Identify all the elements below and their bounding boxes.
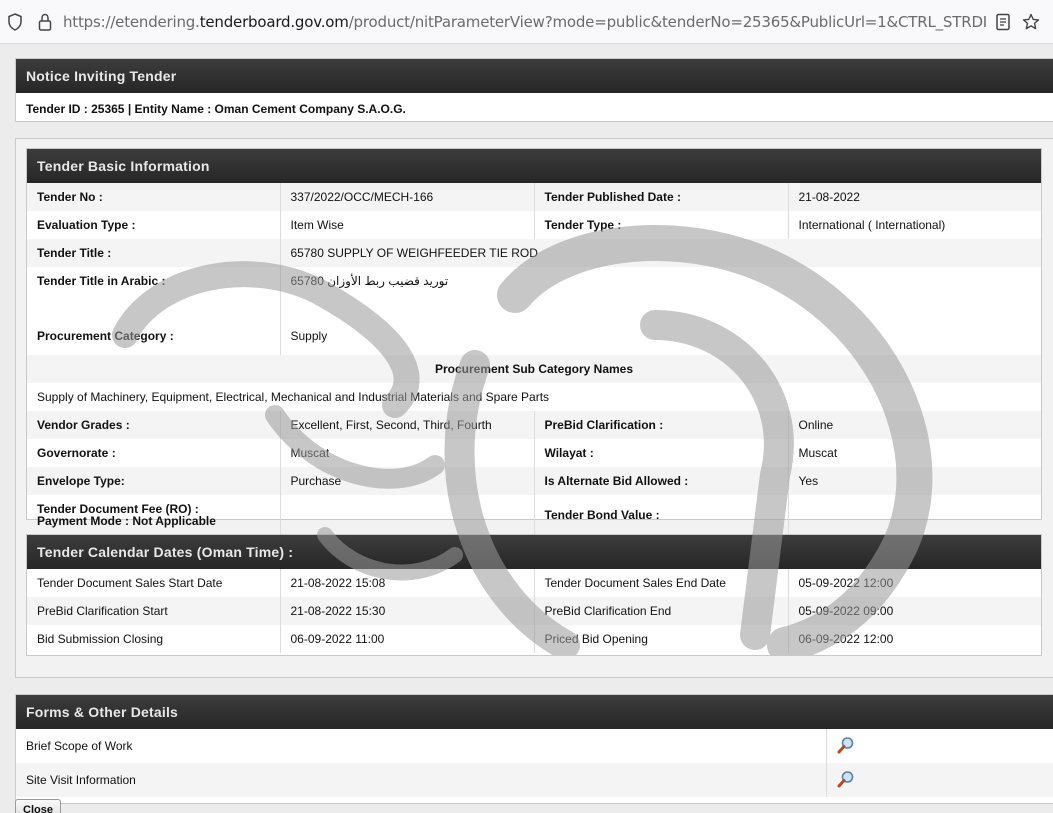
table-row: Tender Title : 65780 SUPPLY OF WEIGHFEED… (27, 239, 1041, 267)
table-row: Envelope Type: Purchase Is Alternate Bid… (27, 467, 1041, 495)
url-domain: tenderboard.gov.om (199, 12, 349, 31)
table-row: Tender Title in Arabic : 65780 توريد قضي… (27, 267, 1041, 295)
table-row: Procurement Category : Supply (27, 295, 1041, 355)
shield-icon[interactable] (5, 12, 25, 32)
governorate-value: Muscat (280, 439, 535, 467)
tender-title-value: 65780 SUPPLY OF WEIGHFEEDER TIE ROD (290, 246, 538, 260)
browser-url-bar: https://etendering.tenderboard.gov.om/pr… (0, 0, 1053, 44)
sub-category-value: Supply of Machinery, Equipment, Electric… (37, 390, 550, 404)
list-item: Brief Scope of Work (16, 729, 1053, 763)
table-row: Vendor Grades : Excellent, First, Second… (27, 411, 1041, 439)
envelope-type-value: Purchase (280, 467, 535, 495)
magnifier-icon[interactable] (837, 736, 855, 754)
magnifier-icon[interactable] (837, 770, 855, 788)
basic-info-table: Tender No : 337/2022/OCC/MECH-166 Tender… (27, 183, 1041, 535)
notice-panel: Notice Inviting Tender Tender ID : 25365… (15, 58, 1053, 122)
calendar-panel: Tender Calendar Dates (Oman Time) : Tend… (26, 534, 1042, 656)
table-row: Tender Document Fee (RO) : Payment Mode … (27, 495, 1041, 535)
sub-category-header: Procurement Sub Category Names (434, 362, 634, 376)
table-row: Supply of Machinery, Equipment, Electric… (27, 383, 1041, 411)
table-row: Tender Document Sales Start Date 21-08-2… (27, 569, 1041, 597)
table-row: Tender No : 337/2022/OCC/MECH-166 Tender… (27, 183, 1041, 211)
table-row: PreBid Clarification Start 21-08-2022 15… (27, 597, 1041, 625)
notice-title: Notice Inviting Tender (16, 59, 1053, 93)
alternate-bid-value: Yes (798, 474, 819, 488)
bond-value (788, 495, 1041, 535)
bookmark-star-icon[interactable] (1021, 12, 1041, 32)
tender-title-arabic-value: 65780 توريد قضيب ربط الأوزان (290, 274, 449, 288)
document-fee-value (280, 495, 535, 535)
url-field[interactable]: https://etendering.tenderboard.gov.om/pr… (63, 13, 988, 31)
procurement-category-value: Supply (290, 329, 328, 343)
table-row: Evaluation Type : Item Wise Tender Type … (27, 211, 1041, 239)
notice-subtitle: Tender ID : 25365 | Entity Name : Oman C… (26, 102, 406, 116)
prebid-clarification-value: Online (798, 418, 834, 432)
evaluation-type-value: Item Wise (280, 211, 535, 239)
calendar-table: Tender Document Sales Start Date 21-08-2… (27, 569, 1041, 653)
table-row: Bid Submission Closing 06-09-2022 11:00 … (27, 625, 1041, 653)
reader-view-icon[interactable] (993, 12, 1013, 32)
close-button[interactable]: Close (15, 799, 61, 813)
lock-icon[interactable] (35, 12, 55, 32)
table-row: Governorate : Muscat Wilayat : Muscat (27, 439, 1041, 467)
vendor-grades-value: Excellent, First, Second, Third, Fourth (280, 411, 535, 439)
basic-info-panel: Tender Basic Information Tender No : 337… (26, 148, 1042, 535)
payment-mode-label: Payment Mode : Not Applicable (37, 514, 216, 528)
tender-type-value: International ( International) (798, 218, 946, 232)
forms-table: Brief Scope of Work Site Visit Informati… (16, 729, 1053, 797)
site-visit-label: Site Visit Information (26, 773, 136, 787)
forms-title: Forms & Other Details (16, 695, 1053, 729)
table-row: Procurement Sub Category Names (27, 355, 1041, 383)
tender-no-value: 337/2022/OCC/MECH-166 (280, 183, 535, 211)
calendar-title: Tender Calendar Dates (Oman Time) : (27, 535, 1041, 569)
forms-panel: Forms & Other Details Brief Scope of Wor… (15, 694, 1053, 804)
published-date-value: 21-08-2022 (798, 190, 860, 204)
list-item: Site Visit Information (16, 763, 1053, 797)
wilayat-value: Muscat (798, 446, 838, 460)
basic-info-title: Tender Basic Information (27, 149, 1041, 183)
brief-scope-label: Brief Scope of Work (26, 739, 133, 753)
